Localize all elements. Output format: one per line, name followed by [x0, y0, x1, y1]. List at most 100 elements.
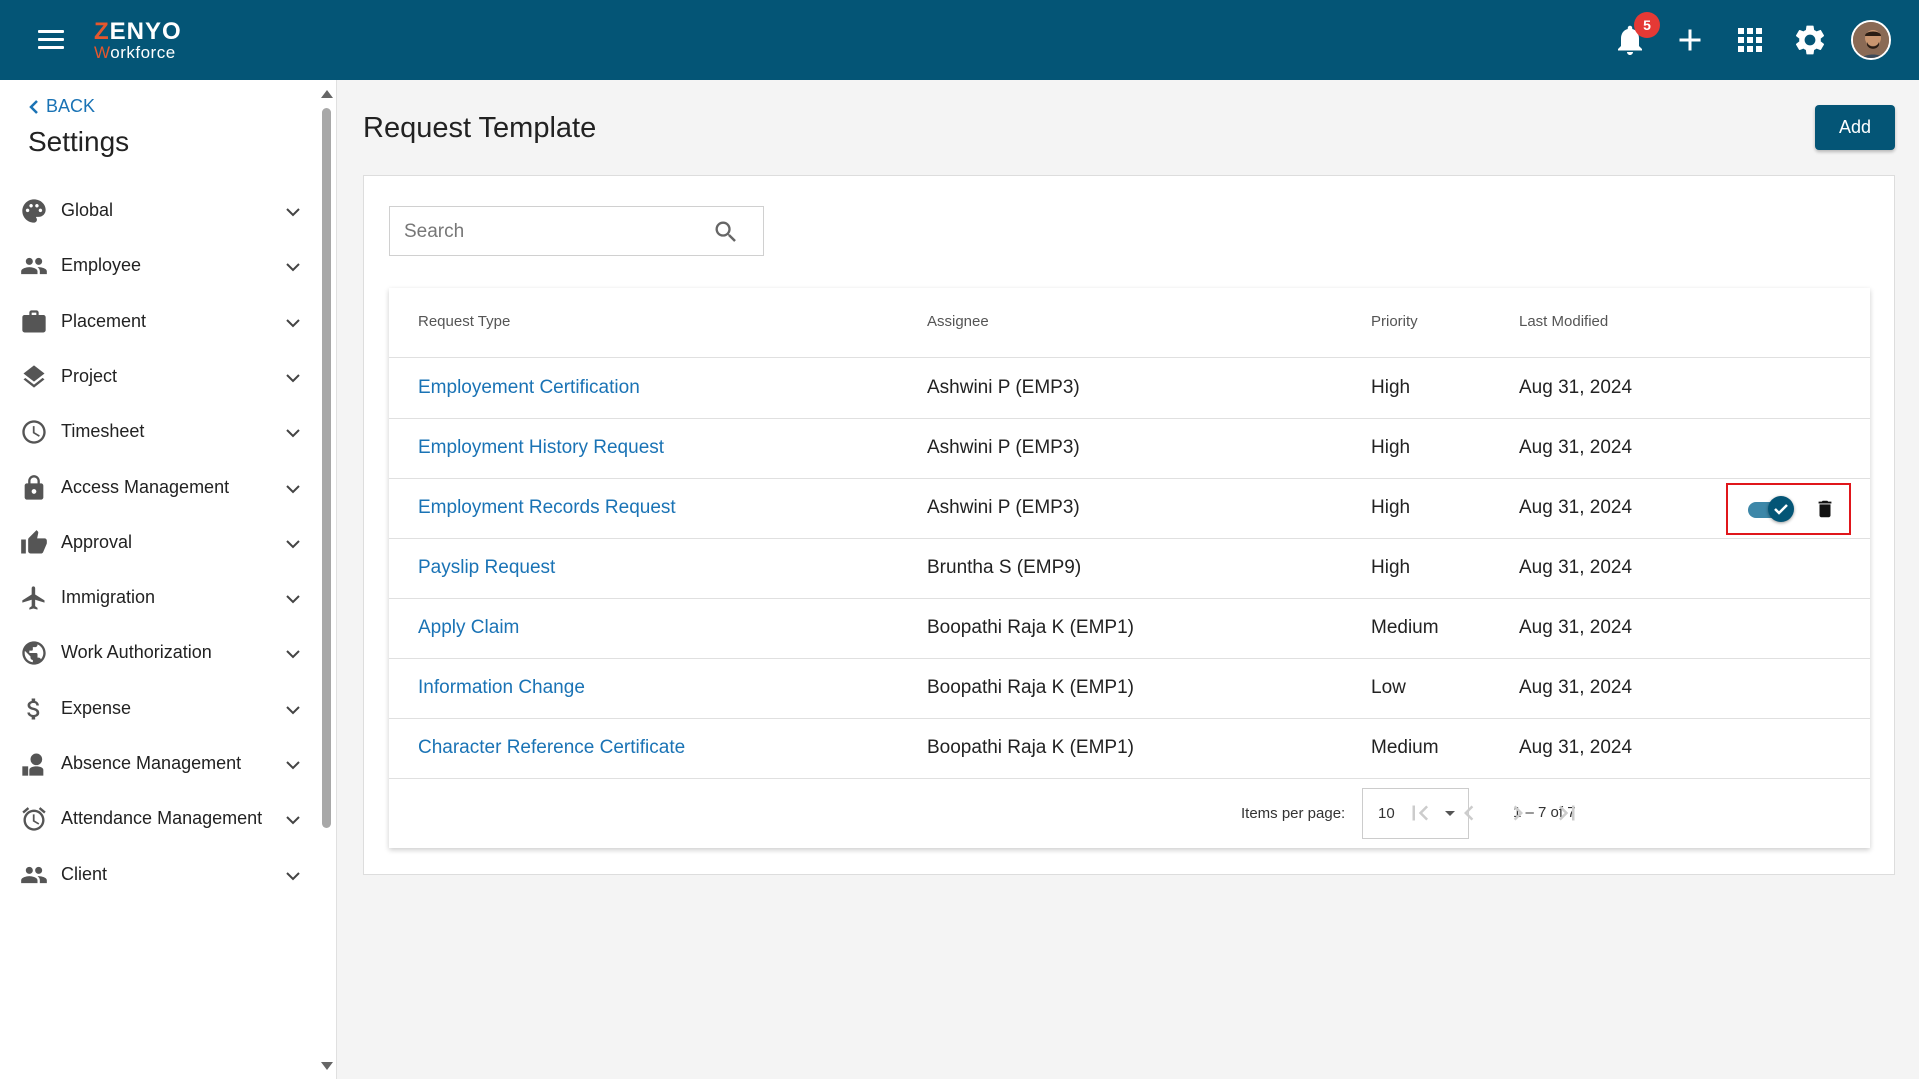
thumbs-up-icon — [20, 529, 48, 557]
chevron-down-icon[interactable] — [284, 480, 302, 498]
chevron-down-icon[interactable] — [284, 756, 302, 774]
table-row[interactable]: Employment Records Request Ashwini P (EMP… — [389, 479, 1870, 539]
clock-icon — [20, 418, 48, 446]
last-modified-cell: Aug 31, 2024 — [1519, 497, 1633, 518]
user-avatar[interactable] — [1851, 20, 1891, 60]
search-icon[interactable] — [712, 218, 740, 246]
sidebar-item-employee[interactable]: Employee — [0, 238, 316, 294]
chevron-down-icon[interactable] — [284, 258, 302, 276]
table-row[interactable]: Apply Claim Boopathi Raja K (EMP1) Medium A… — [389, 599, 1870, 659]
request-type-link[interactable]: Information Change — [418, 677, 585, 699]
assignee-cell: Boopathi Raja K (EMP1) — [927, 737, 1134, 758]
sidebar-item-attendance-management[interactable]: Attendance Management — [0, 791, 316, 847]
column-header-request-type[interactable]: Request Type — [418, 313, 510, 330]
column-header-assignee[interactable]: Assignee — [927, 313, 989, 330]
chevron-down-icon[interactable] — [284, 203, 302, 221]
sidebar-item-immigration[interactable]: Immigration — [0, 570, 316, 626]
dollar-icon — [20, 695, 48, 723]
chevron-down-icon[interactable] — [284, 369, 302, 387]
assignee-cell: Boopathi Raja K (EMP1) — [927, 617, 1134, 638]
column-header-priority[interactable]: Priority — [1371, 313, 1418, 330]
sidebar-item-placement[interactable]: Placement — [0, 294, 316, 350]
table-row[interactable]: Employement Certification Ashwini P (EMP3… — [389, 359, 1870, 419]
search-input[interactable] — [404, 219, 704, 245]
paginator: Items per page: 10 1 – 7 of 7 — [389, 778, 1870, 848]
add-button[interactable]: Add — [1815, 105, 1895, 150]
sidebar-item-label: Timesheet — [61, 421, 145, 441]
chevron-down-icon[interactable] — [284, 701, 302, 719]
priority-cell: Medium — [1371, 617, 1439, 638]
globe-icon — [20, 639, 48, 667]
sidebar-item-label: Access Management — [61, 477, 230, 497]
table-header: Request Type Assignee Priority Last Modi… — [389, 288, 1870, 358]
column-header-last-modified[interactable]: Last Modified — [1519, 313, 1608, 330]
active-toggle[interactable] — [1748, 496, 1794, 522]
request-type-link[interactable]: Employement Certification — [418, 377, 640, 399]
assignee-cell: Ashwini P (EMP3) — [927, 437, 1080, 458]
gear-icon[interactable] — [1792, 22, 1828, 58]
assignee-cell: Ashwini P (EMP3) — [927, 497, 1080, 518]
priority-cell: High — [1371, 437, 1411, 458]
table-row[interactable]: Character Reference Certificate Boopathi … — [389, 719, 1870, 779]
items-per-page-value: 10 — [1378, 805, 1395, 822]
last-modified-cell: Aug 31, 2024 — [1519, 377, 1633, 398]
chevron-down-icon[interactable] — [284, 314, 302, 332]
chevron-down-icon[interactable] — [284, 424, 302, 442]
sidebar-item-label: Client — [61, 864, 108, 884]
briefcase-icon — [20, 308, 48, 336]
palette-icon — [20, 197, 48, 225]
chevron-down-icon[interactable] — [284, 645, 302, 663]
items-per-page-label: Items per page: — [1241, 805, 1346, 822]
scroll-down-arrow[interactable] — [321, 1062, 333, 1070]
table-row[interactable]: Payslip Request Bruntha S (EMP9) High Aug 3… — [389, 539, 1870, 599]
request-type-link[interactable]: Character Reference Certificate — [418, 737, 685, 759]
sidebar-item-label: Project — [61, 366, 118, 386]
sidebar-item-approval[interactable]: Approval — [0, 515, 316, 571]
next-page-icon[interactable] — [1503, 798, 1533, 828]
table-row[interactable]: Employment History Request Ashwini P (EMP… — [389, 419, 1870, 479]
priority-cell: Low — [1371, 677, 1406, 698]
trash-icon[interactable] — [1814, 496, 1836, 522]
priority-cell: High — [1371, 497, 1411, 518]
menu-icon[interactable] — [38, 30, 64, 50]
request-template-table: Request Type Assignee Priority Last Modi… — [389, 288, 1870, 848]
sidebar-item-absence-management[interactable]: Absence Management — [0, 736, 316, 792]
chevron-down-icon[interactable] — [284, 535, 302, 553]
sidebar-item-project[interactable]: Project — [0, 349, 316, 405]
sidebar-item-expense[interactable]: Expense — [0, 681, 316, 737]
sidebar-item-global[interactable]: Global — [0, 183, 316, 239]
sidebar-item-work-authorization[interactable]: Work Authorization — [0, 625, 316, 681]
previous-page-icon[interactable] — [1454, 798, 1484, 828]
app-logo[interactable]: ZENYO Workforce — [94, 20, 182, 62]
assignee-cell: Ashwini P (EMP3) — [927, 377, 1080, 398]
last-modified-cell: Aug 31, 2024 — [1519, 617, 1633, 638]
first-page-icon[interactable] — [1405, 798, 1435, 828]
last-modified-cell: Aug 31, 2024 — [1519, 557, 1633, 578]
apps-grid-icon[interactable] — [1732, 22, 1768, 58]
chevron-down-icon[interactable] — [284, 867, 302, 885]
last-modified-cell: Aug 31, 2024 — [1519, 437, 1633, 458]
sidebar-item-client[interactable]: Client — [0, 847, 316, 903]
request-type-link[interactable]: Employment Records Request — [418, 497, 676, 519]
request-type-link[interactable]: Apply Claim — [418, 617, 519, 639]
toggle-check-icon — [1768, 496, 1794, 522]
person-away-icon — [20, 750, 48, 778]
scroll-up-arrow[interactable] — [321, 90, 333, 98]
request-type-link[interactable]: Employment History Request — [418, 437, 664, 459]
sidebar-item-label: Global — [61, 200, 114, 220]
alarm-icon — [20, 805, 48, 833]
table-row[interactable]: Information Change Boopathi Raja K (EMP1)… — [389, 659, 1870, 719]
chevron-down-icon[interactable] — [284, 590, 302, 608]
layers-icon — [20, 363, 48, 391]
last-page-icon[interactable] — [1552, 798, 1582, 828]
sidebar-item-timesheet[interactable]: Timesheet — [0, 404, 316, 460]
plus-icon[interactable] — [1672, 22, 1708, 58]
chevron-down-icon[interactable] — [284, 811, 302, 829]
search-box[interactable] — [389, 206, 764, 256]
back-link[interactable]: BACK — [28, 96, 95, 117]
sidebar-item-access-management[interactable]: Access Management — [0, 460, 316, 516]
top-app-bar: ZENYO Workforce 5 — [0, 0, 1919, 80]
request-type-link[interactable]: Payslip Request — [418, 557, 555, 579]
priority-cell: High — [1371, 557, 1411, 578]
sidebar-scrollbar-thumb[interactable] — [322, 108, 331, 828]
